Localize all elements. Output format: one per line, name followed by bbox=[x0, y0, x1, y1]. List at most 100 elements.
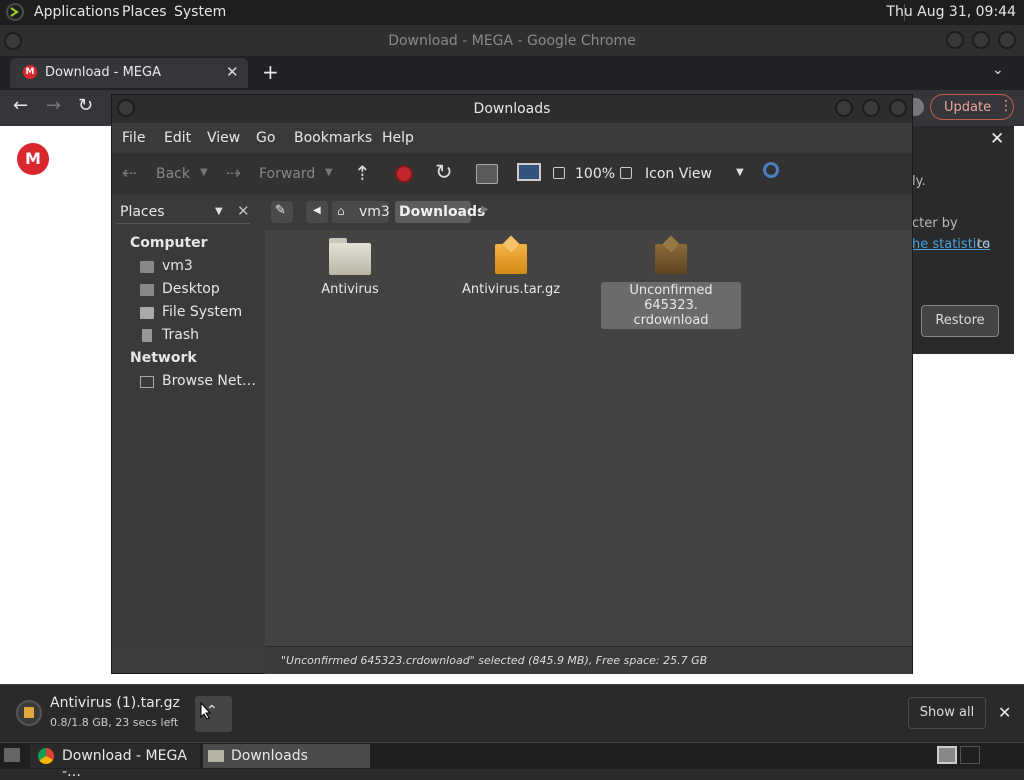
chevron-right-icon[interactable]: ▶ bbox=[481, 204, 489, 215]
workspace-1[interactable] bbox=[937, 746, 957, 764]
pencil-icon: ✎ bbox=[275, 203, 286, 218]
new-tab-button[interactable]: + bbox=[262, 60, 279, 84]
zoom-out-icon[interactable] bbox=[553, 167, 565, 179]
crumb-scroll-left-button[interactable]: ◀ bbox=[306, 201, 328, 223]
back-history-chevron-icon[interactable]: ▼ bbox=[200, 167, 208, 178]
mega-info-card: ✕ ly. cter by he statistics to Restore bbox=[912, 126, 1014, 354]
sidebar-heading-network: Network bbox=[130, 350, 197, 366]
file-item-antivirus-archive[interactable]: Antivirus.tar.gz bbox=[455, 235, 567, 297]
edit-location-button[interactable]: ✎ bbox=[271, 201, 293, 223]
workspace-2[interactable] bbox=[960, 746, 980, 764]
back-icon: ⇠ bbox=[122, 163, 138, 184]
file-item-unconfirmed-crdownload[interactable]: Unconfirmed 645323. crdownload bbox=[601, 235, 741, 329]
card-close-icon[interactable]: ✕ bbox=[990, 129, 1004, 149]
fm-maximize-button[interactable] bbox=[862, 99, 880, 117]
fm-menu-file[interactable]: File bbox=[122, 130, 145, 146]
fm-icon-view[interactable]: Antivirus Antivirus.tar.gz Unconfirmed 6… bbox=[265, 230, 912, 646]
file-label-line2: crdownload bbox=[633, 313, 709, 328]
restore-button[interactable]: Restore bbox=[921, 305, 999, 337]
fm-menu-help[interactable]: Help bbox=[382, 130, 414, 146]
fm-location-bar: Places ▼ ✕ ✎ ◀ ⌂ vm3 Downloads ▶ bbox=[112, 195, 912, 230]
taskbar-item-downloads[interactable]: Downloads bbox=[203, 744, 370, 768]
sidebar-item-trash[interactable]: Trash bbox=[162, 327, 199, 343]
sidebar-item-browse-network[interactable]: Browse Net… bbox=[162, 373, 256, 389]
mouse-cursor-icon bbox=[200, 701, 212, 724]
fm-menu-edit[interactable]: Edit bbox=[164, 130, 191, 146]
tab-close-icon[interactable]: ✕ bbox=[226, 63, 239, 81]
file-label-selected: Unconfirmed 645323. crdownload bbox=[601, 282, 741, 329]
sidebar-item-file-system[interactable]: File System bbox=[162, 304, 242, 320]
update-button[interactable]: Update ⋮ bbox=[930, 94, 1014, 120]
up-arrow-icon[interactable]: ⇡ bbox=[354, 161, 371, 185]
mega-logo-icon[interactable]: M bbox=[17, 143, 49, 175]
close-download-shelf-icon[interactable]: ✕ bbox=[998, 703, 1011, 722]
reload-icon-fm[interactable]: ↻ bbox=[435, 160, 453, 184]
computer-icon[interactable] bbox=[517, 163, 541, 181]
close-window-button[interactable] bbox=[998, 31, 1016, 49]
show-desktop-icon[interactable] bbox=[4, 748, 20, 762]
card-text-2: cter by bbox=[912, 216, 958, 231]
tab-label: Download - MEGA bbox=[45, 65, 161, 80]
zoom-in-icon[interactable] bbox=[620, 167, 632, 179]
forward-icon: ⇢ bbox=[226, 163, 242, 184]
fm-statusbar: "Unconfirmed 645323.crdownload" selected… bbox=[265, 646, 912, 674]
maximize-button[interactable] bbox=[972, 31, 990, 49]
zoom-level: 100% bbox=[575, 166, 616, 182]
tab-download-mega[interactable]: M Download - MEGA ✕ bbox=[10, 58, 248, 88]
fm-forward-button[interactable]: Forward bbox=[259, 166, 315, 182]
menu-applications[interactable]: Applications bbox=[34, 4, 120, 20]
package-dark-icon bbox=[653, 235, 689, 276]
taskbar-item-label: Downloads bbox=[231, 748, 308, 764]
clock[interactable]: Thu Aug 31, 09:44 bbox=[886, 4, 1016, 20]
chrome-window-title: Download - MEGA - Google Chrome bbox=[388, 33, 636, 49]
fm-close-button[interactable] bbox=[889, 99, 907, 117]
download-progress-ring-icon bbox=[16, 700, 42, 726]
search-icon[interactable] bbox=[763, 162, 779, 178]
status-text: "Unconfirmed 645323.crdownload" selected… bbox=[281, 654, 708, 667]
minimize-button[interactable] bbox=[946, 31, 964, 49]
view-mode-select[interactable]: Icon View bbox=[645, 166, 712, 182]
fm-titlebar[interactable]: Downloads bbox=[112, 95, 912, 123]
file-item-antivirus-folder[interactable]: Antivirus bbox=[305, 238, 395, 297]
reload-icon[interactable]: ↻ bbox=[78, 95, 93, 116]
home-folder-icon[interactable] bbox=[476, 164, 498, 184]
forward-history-chevron-icon[interactable]: ▼ bbox=[325, 167, 333, 178]
home-folder-small-icon bbox=[140, 261, 154, 273]
fm-menu-go[interactable]: Go bbox=[256, 130, 275, 146]
crumb-vm3-label: vm3 bbox=[359, 204, 390, 220]
menu-system[interactable]: System bbox=[174, 4, 226, 20]
close-sidebar-icon[interactable]: ✕ bbox=[237, 202, 250, 220]
kebab-menu-icon: ⋮ bbox=[999, 98, 1013, 114]
sidebar-item-vm3[interactable]: vm3 bbox=[162, 258, 193, 274]
back-arrow-icon[interactable]: ← bbox=[13, 95, 28, 116]
taskbar: Download - MEGA -… Downloads bbox=[0, 742, 1024, 780]
fm-menu-bookmarks[interactable]: Bookmarks bbox=[294, 130, 372, 146]
sidebar-pane-chevron-icon: ▼ bbox=[215, 206, 223, 217]
chevron-left-icon: ◀ bbox=[313, 205, 321, 216]
sidebar-pane-select[interactable]: Places ▼ bbox=[116, 201, 250, 224]
tab-search-chevron-icon[interactable]: ⌄ bbox=[992, 62, 1004, 78]
fm-toolbar: ⇠ Back ▼ ⇢ Forward ▼ ⇡ ↻ 100% Icon View … bbox=[112, 153, 912, 195]
fm-back-button[interactable]: Back bbox=[156, 166, 190, 182]
sidebar-heading-computer: Computer bbox=[130, 235, 208, 251]
filesystem-drive-icon bbox=[140, 307, 154, 319]
crumb-vm3[interactable]: ⌂ vm3 bbox=[332, 201, 390, 223]
fm-menu-view[interactable]: View bbox=[207, 130, 240, 146]
home-icon: ⌂ bbox=[337, 204, 345, 218]
menu-logo-icon[interactable] bbox=[6, 3, 24, 21]
view-mode-chevron-icon[interactable]: ▼ bbox=[736, 167, 744, 178]
card-text-3: to bbox=[977, 237, 991, 252]
stop-icon[interactable] bbox=[395, 165, 413, 183]
sidebar-item-desktop[interactable]: Desktop bbox=[162, 281, 220, 297]
taskbar-item-chrome[interactable]: Download - MEGA -… bbox=[30, 744, 200, 780]
fm-minimize-button[interactable] bbox=[835, 99, 853, 117]
forward-arrow-icon[interactable]: → bbox=[46, 95, 61, 116]
file-label: Antivirus bbox=[321, 282, 379, 297]
download-shelf: Antivirus (1).tar.gz 0.8/1.8 GB, 23 secs… bbox=[0, 684, 1024, 743]
crumb-downloads[interactable]: Downloads bbox=[395, 201, 485, 223]
top-panel: Applications Places System Thu Aug 31, 0… bbox=[0, 0, 1024, 26]
download-filename[interactable]: Antivirus (1).tar.gz bbox=[50, 695, 180, 711]
menu-places[interactable]: Places bbox=[122, 4, 167, 20]
package-icon bbox=[493, 235, 529, 276]
show-all-button[interactable]: Show all bbox=[908, 697, 986, 729]
